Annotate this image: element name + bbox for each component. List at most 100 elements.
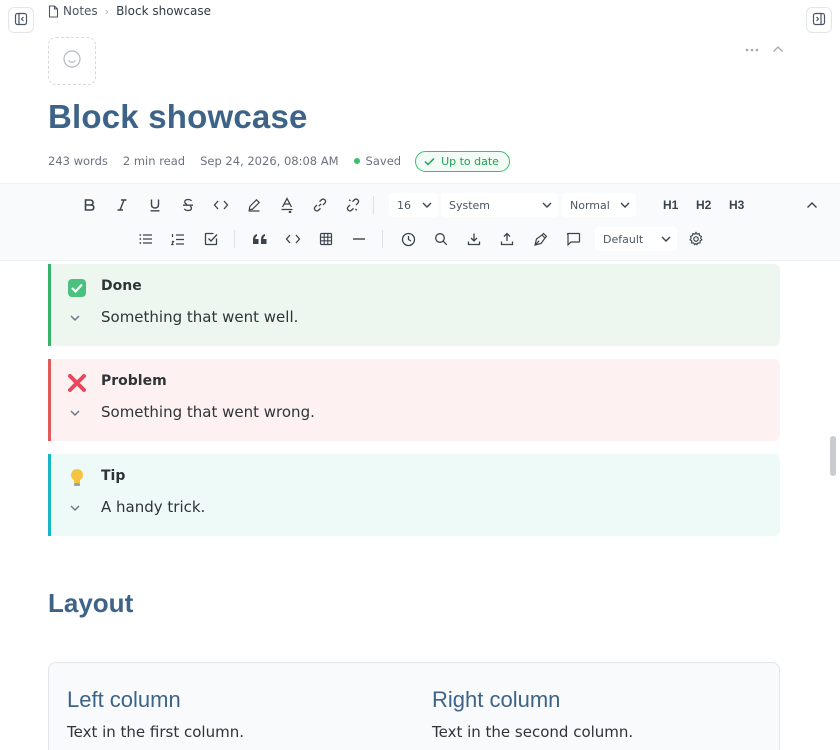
collapse-toolbar-button[interactable]	[800, 193, 824, 217]
callout-title[interactable]: Done	[101, 278, 142, 294]
light-bulb-emoji-icon[interactable]	[66, 467, 88, 489]
collapse-header-icon[interactable]	[772, 38, 784, 57]
pen-tool-icon	[533, 232, 547, 246]
breadcrumb-root-link[interactable]: Notes	[63, 4, 98, 18]
strikethrough-button[interactable]	[176, 193, 200, 217]
heading-2-button[interactable]: H2	[696, 198, 711, 212]
link-button[interactable]	[308, 193, 332, 217]
breadcrumb: Notes › Block showcase	[48, 4, 211, 18]
download-button[interactable]	[462, 227, 486, 251]
divider-button[interactable]	[347, 227, 371, 251]
callout-done[interactable]: Done Something that went well.	[48, 264, 780, 346]
numbered-list-button[interactable]	[166, 227, 190, 251]
settings-button[interactable]	[684, 227, 708, 251]
heading-1-button[interactable]: H1	[663, 198, 678, 212]
block-style-select[interactable]: Normal	[562, 193, 636, 217]
toggle-right-sidebar-button[interactable]	[806, 7, 832, 33]
export-button[interactable]	[495, 227, 519, 251]
two-column-block: Left column Text in the first column. Ri…	[48, 662, 780, 750]
toggle-left-sidebar-button[interactable]	[8, 7, 34, 33]
draw-button[interactable]	[528, 227, 552, 251]
checklist-button[interactable]	[199, 227, 223, 251]
column-heading-left[interactable]: Left column	[67, 687, 181, 713]
text-color-button[interactable]	[275, 193, 299, 217]
document-icon	[48, 4, 59, 18]
word-count: 243 words	[48, 154, 108, 168]
history-button[interactable]	[396, 227, 420, 251]
sync-status-badge[interactable]: Up to date	[415, 150, 510, 172]
page-title[interactable]: Block showcase	[48, 98, 308, 136]
italic-button[interactable]	[110, 193, 134, 217]
bullet-list-button[interactable]	[134, 227, 158, 251]
code-block-button[interactable]	[281, 227, 305, 251]
formatting-toolbar: 16 System Normal H1 H2 H3 Default	[0, 183, 840, 261]
callout-tip[interactable]: Tip A handy trick.	[48, 454, 780, 536]
callout-title[interactable]: Tip	[101, 468, 125, 484]
column-heading-right[interactable]: Right column	[432, 687, 560, 713]
column-text-left[interactable]: Text in the first column.	[67, 723, 244, 741]
italic-icon	[117, 199, 127, 211]
heading-3-button[interactable]: H3	[729, 198, 744, 212]
chevron-down-icon	[542, 202, 552, 208]
last-edited-date: Sep 24, 2026, 08:08 AM	[200, 154, 339, 168]
toolbar-divider	[234, 230, 235, 248]
page-actions	[744, 38, 784, 57]
toolbar-divider	[382, 230, 383, 248]
check-box-emoji-icon[interactable]	[66, 277, 88, 299]
highlight-button[interactable]	[242, 193, 266, 217]
table-button[interactable]	[314, 227, 338, 251]
sync-status-label: Up to date	[441, 154, 499, 168]
bold-icon	[84, 199, 95, 211]
theme-value: Default	[603, 232, 644, 246]
saved-dot-icon	[353, 158, 360, 164]
smiley-icon	[62, 49, 82, 73]
breadcrumb-separator-icon: ›	[104, 4, 110, 18]
gear-icon	[689, 231, 703, 246]
callout-body[interactable]: Something that went well.	[101, 308, 298, 326]
sidebar-right-icon	[812, 11, 826, 30]
unlink-icon	[346, 198, 360, 212]
font-size-select[interactable]: 16	[389, 193, 438, 217]
text-color-icon	[281, 197, 293, 213]
code-icon	[213, 200, 229, 210]
read-time: 2 min read	[122, 154, 186, 168]
comment-button[interactable]	[561, 227, 585, 251]
underline-button[interactable]	[143, 193, 167, 217]
top-bar: Notes › Block showcase	[0, 0, 840, 33]
inline-code-button[interactable]	[209, 193, 233, 217]
theme-select[interactable]: Default	[595, 227, 677, 251]
quote-button[interactable]	[248, 227, 272, 251]
callout-accent-bar	[48, 454, 51, 536]
collapse-chevron-icon[interactable]	[70, 401, 80, 420]
callout-title[interactable]: Problem	[101, 373, 167, 389]
collapse-chevron-icon[interactable]	[70, 306, 80, 325]
toolbar-divider	[373, 196, 374, 214]
chevron-up-icon	[807, 202, 817, 208]
callout-problem[interactable]: Problem Something that went wrong.	[48, 359, 780, 441]
page-scrollbar[interactable]	[830, 436, 836, 476]
section-heading-layout[interactable]: Layout	[48, 588, 133, 619]
collapse-chevron-icon[interactable]	[70, 496, 80, 515]
saved-label: Saved	[365, 154, 402, 168]
search-button[interactable]	[429, 227, 453, 251]
callout-accent-bar	[48, 264, 51, 346]
check-icon	[424, 157, 435, 166]
callout-body[interactable]: A handy trick.	[101, 498, 205, 516]
unlink-button[interactable]	[341, 193, 365, 217]
chevron-down-icon	[620, 202, 630, 208]
underline-icon	[150, 199, 160, 212]
callout-body[interactable]: Something that went wrong.	[101, 403, 315, 421]
add-page-icon-button[interactable]	[48, 37, 96, 85]
bullet-list-icon	[139, 234, 152, 244]
font-family-select[interactable]: System	[441, 193, 558, 217]
checkbox-icon	[204, 232, 218, 246]
more-options-icon[interactable]	[744, 38, 760, 57]
bold-button[interactable]	[77, 193, 101, 217]
column-text-right[interactable]: Text in the second column.	[432, 723, 633, 741]
sidebar-left-icon	[14, 11, 28, 30]
horizontal-rule-icon	[353, 238, 365, 240]
breadcrumb-current[interactable]: Block showcase	[116, 4, 211, 18]
font-family-value: System	[449, 198, 491, 212]
cross-mark-emoji-icon[interactable]	[66, 372, 88, 394]
font-size-value: 16	[397, 198, 411, 212]
